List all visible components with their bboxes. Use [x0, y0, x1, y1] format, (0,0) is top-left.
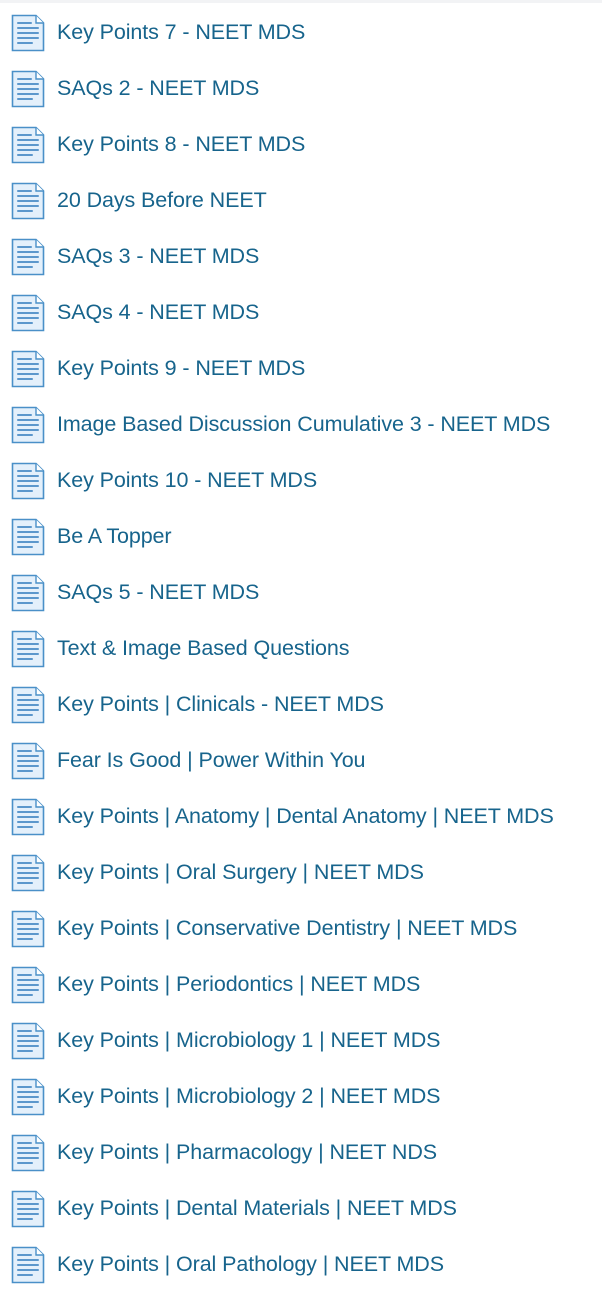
document-file-icon — [11, 294, 45, 332]
document-file-icon — [11, 574, 45, 612]
document-file-icon — [11, 910, 45, 948]
resource-item[interactable]: Key Points | Dental Materials | NEET MDS — [0, 1181, 602, 1237]
document-file-icon — [11, 630, 45, 668]
document-file-icon — [11, 462, 45, 500]
resource-item[interactable]: Key Points | Conservative Dentistry | NE… — [0, 901, 602, 957]
resource-item[interactable]: Key Points | Microbiology 2 | NEET MDS — [0, 1069, 602, 1125]
document-file-icon — [11, 742, 45, 780]
document-file-icon — [11, 854, 45, 892]
document-file-icon — [11, 350, 45, 388]
resource-item[interactable]: Text & Image Based Questions — [0, 621, 602, 677]
resource-link[interactable]: Key Points | Anatomy | Dental Anatomy | … — [57, 806, 554, 828]
resource-link[interactable]: Key Points | Dental Materials | NEET MDS — [57, 1198, 457, 1220]
resource-item[interactable]: SAQs 2 - NEET MDS — [0, 61, 602, 117]
resource-link[interactable]: SAQs 2 - NEET MDS — [57, 78, 259, 100]
resource-list: Key Points 7 - NEET MDS SAQs 2 - NEET MD… — [0, 5, 602, 1293]
document-file-icon — [11, 966, 45, 1004]
resource-link[interactable]: Text & Image Based Questions — [57, 638, 349, 660]
resource-item[interactable]: SAQs 5 - NEET MDS — [0, 565, 602, 621]
resource-link[interactable]: Fear Is Good | Power Within You — [57, 750, 366, 772]
resource-item[interactable]: Key Points | Anatomy | Dental Anatomy | … — [0, 789, 602, 845]
resource-link[interactable]: Image Based Discussion Cumulative 3 - NE… — [57, 414, 550, 436]
resource-item[interactable]: 20 Days Before NEET — [0, 173, 602, 229]
resource-link[interactable]: Be A Topper — [57, 526, 172, 548]
resource-link[interactable]: Key Points | Periodontics | NEET MDS — [57, 974, 420, 996]
resource-item[interactable]: SAQs 3 - NEET MDS — [0, 229, 602, 285]
document-file-icon — [11, 1190, 45, 1228]
resource-item[interactable]: Key Points | Clinicals - NEET MDS — [0, 677, 602, 733]
resource-link[interactable]: Key Points | Microbiology 2 | NEET MDS — [57, 1086, 440, 1108]
document-file-icon — [11, 406, 45, 444]
top-divider — [0, 0, 602, 3]
document-file-icon — [11, 126, 45, 164]
resource-link[interactable]: Key Points | Conservative Dentistry | NE… — [57, 918, 517, 940]
resource-item[interactable]: Key Points 10 - NEET MDS — [0, 453, 602, 509]
resource-link[interactable]: Key Points 10 - NEET MDS — [57, 470, 317, 492]
resource-item[interactable]: Key Points 8 - NEET MDS — [0, 117, 602, 173]
resource-link[interactable]: Key Points | Oral Pathology | NEET MDS — [57, 1254, 444, 1276]
resource-item[interactable]: Be A Topper — [0, 509, 602, 565]
resource-item[interactable]: Key Points 7 - NEET MDS — [0, 5, 602, 61]
document-file-icon — [11, 182, 45, 220]
resource-link[interactable]: Key Points 9 - NEET MDS — [57, 358, 305, 380]
document-file-icon — [11, 1078, 45, 1116]
resource-link[interactable]: Key Points | Oral Surgery | NEET MDS — [57, 862, 424, 884]
document-file-icon — [11, 14, 45, 52]
resource-link[interactable]: SAQs 4 - NEET MDS — [57, 302, 259, 324]
resource-link[interactable]: SAQs 3 - NEET MDS — [57, 246, 259, 268]
resource-link[interactable]: Key Points | Clinicals - NEET MDS — [57, 694, 384, 716]
document-file-icon — [11, 686, 45, 724]
resource-link[interactable]: Key Points 8 - NEET MDS — [57, 134, 305, 156]
document-file-icon — [11, 70, 45, 108]
document-file-icon — [11, 1022, 45, 1060]
resource-item[interactable]: Key Points | Microbiology 1 | NEET MDS — [0, 1013, 602, 1069]
resource-item[interactable]: SAQs 4 - NEET MDS — [0, 285, 602, 341]
document-file-icon — [11, 798, 45, 836]
resource-link[interactable]: Key Points | Pharmacology | NEET NDS — [57, 1142, 437, 1164]
resource-item[interactable]: Key Points 9 - NEET MDS — [0, 341, 602, 397]
document-file-icon — [11, 1246, 45, 1284]
resource-item[interactable]: Image Based Discussion Cumulative 3 - NE… — [0, 397, 602, 453]
resource-item[interactable]: Fear Is Good | Power Within You — [0, 733, 602, 789]
document-file-icon — [11, 518, 45, 556]
resource-item[interactable]: Key Points | Oral Pathology | NEET MDS — [0, 1237, 602, 1293]
resource-link[interactable]: Key Points 7 - NEET MDS — [57, 22, 305, 44]
document-file-icon — [11, 1134, 45, 1172]
resource-link[interactable]: 20 Days Before NEET — [57, 190, 267, 212]
resource-link[interactable]: SAQs 5 - NEET MDS — [57, 582, 259, 604]
resource-item[interactable]: Key Points | Oral Surgery | NEET MDS — [0, 845, 602, 901]
resource-item[interactable]: Key Points | Pharmacology | NEET NDS — [0, 1125, 602, 1181]
document-file-icon — [11, 238, 45, 276]
resource-link[interactable]: Key Points | Microbiology 1 | NEET MDS — [57, 1030, 440, 1052]
resource-item[interactable]: Key Points | Periodontics | NEET MDS — [0, 957, 602, 1013]
